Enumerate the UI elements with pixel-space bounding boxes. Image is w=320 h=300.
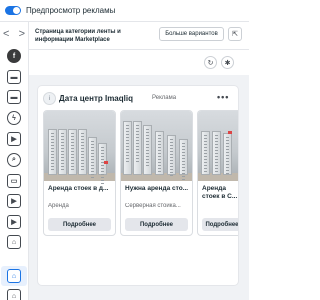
bug-icon[interactable]: ✱ — [221, 56, 234, 69]
datacenter-photo-3 — [198, 111, 238, 181]
reels-icon[interactable]: ▶ — [7, 194, 21, 208]
learn-more-button-1[interactable]: Подробнее — [48, 218, 111, 231]
carousel-card-2[interactable]: Нужна аренда сто... Серверная стойка... … — [120, 110, 193, 236]
external-link-icon[interactable]: ⇱ — [228, 27, 242, 41]
datacenter-photo-2 — [121, 111, 192, 181]
carousel-subtitle-1: Аренда — [48, 203, 69, 209]
carousel-card-1[interactable]: Аренда стоек в д... Аренда Подробнее — [43, 110, 116, 236]
stories-icon[interactable]: ▭ — [7, 174, 21, 188]
facebook-icon[interactable]: f — [7, 49, 21, 63]
preview-title: Предпросмотр рекламы — [26, 6, 116, 15]
carousel-title-1: Аренда стоек в д... — [48, 185, 109, 192]
ad-card: i Дата центр Imaqliq Реклама ••• Аренда … — [38, 86, 238, 285]
shop-icon[interactable]: ⌂ — [7, 235, 21, 249]
more-menu-icon[interactable]: ••• — [217, 92, 229, 102]
marketplace-category-icon[interactable]: ⌂ — [7, 269, 21, 283]
page-avatar[interactable]: i — [43, 92, 56, 105]
sponsored-label: Реклама — [152, 95, 177, 101]
carousel-title-3: Аренда стоек в С... — [202, 185, 238, 200]
nav-forward-icon[interactable]: > — [19, 28, 25, 40]
placement-sidebar: < > f ▬ ▬ ϟ ▶ ⌕ ▭ ▶ ▶ ⌂ ⌂ ⌂ — [0, 22, 29, 300]
lightning-icon[interactable]: ϟ — [7, 111, 21, 125]
store-icon[interactable]: ⌂ — [7, 289, 21, 300]
more-variants-button[interactable]: Больше вариантов — [159, 27, 224, 41]
preview-toggle[interactable] — [5, 6, 21, 15]
search-icon[interactable]: ⌕ — [7, 153, 21, 167]
page-name[interactable]: Дата центр Imaqliq — [59, 94, 133, 103]
top-bar: Предпросмотр рекламы — [0, 0, 249, 22]
preview-canvas: i Дата центр Imaqliq Реклама ••• Аренда … — [29, 75, 249, 300]
datacenter-photo-1 — [44, 111, 115, 185]
nav-back-icon[interactable]: < — [3, 28, 9, 40]
carousel-title-2: Нужна аренда сто... — [125, 185, 189, 192]
placement-header: Страница категории ленты и информации Ma… — [29, 22, 249, 50]
refresh-icon[interactable]: ↻ — [204, 56, 217, 69]
marketplace-icon[interactable]: ▬ — [7, 90, 21, 104]
learn-more-button-2[interactable]: Подробнее — [125, 218, 188, 231]
placement-nav: < > — [3, 28, 25, 40]
preview-panel: Страница категории ленты и информации Ma… — [29, 22, 249, 300]
learn-more-button-3[interactable]: Подробнее — [202, 218, 238, 231]
video-icon[interactable]: ▶ — [7, 132, 21, 146]
carousel-subtitle-2: Серверная стойка... — [125, 203, 181, 209]
carousel-card-3[interactable]: Аренда стоек в С... Подробнее — [197, 110, 238, 236]
play-icon[interactable]: ▶ — [7, 215, 21, 229]
placement-title: Страница категории ленты и информации Ma… — [35, 29, 121, 43]
feed-icon[interactable]: ▬ — [7, 70, 21, 84]
